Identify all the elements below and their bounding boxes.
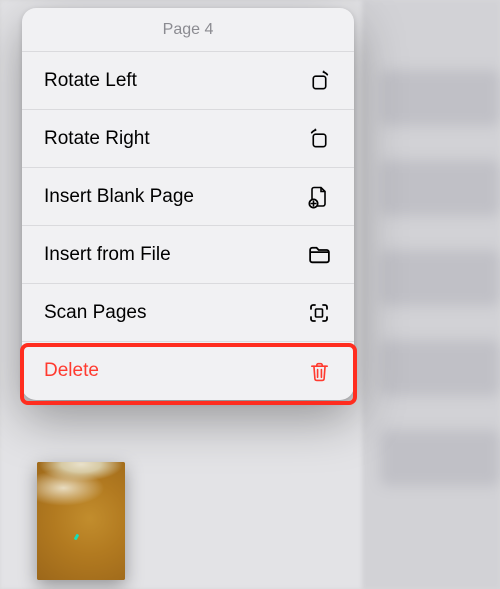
scan-icon — [306, 300, 332, 326]
rotate-right-icon — [306, 126, 332, 152]
context-menu: Page 4 Rotate Left Rotate Right Insert B… — [22, 8, 354, 400]
folder-icon — [306, 242, 332, 268]
insert-page-icon — [306, 184, 332, 210]
menu-item-insert-blank-page[interactable]: Insert Blank Page — [22, 168, 354, 226]
menu-item-label: Insert Blank Page — [44, 186, 194, 208]
menu-item-insert-from-file[interactable]: Insert from File — [22, 226, 354, 284]
menu-item-scan-pages[interactable]: Scan Pages — [22, 284, 354, 342]
menu-item-label: Rotate Right — [44, 128, 150, 150]
context-menu-header: Page 4 — [22, 8, 354, 52]
menu-item-label: Rotate Left — [44, 70, 137, 92]
menu-item-delete[interactable]: Delete — [22, 342, 354, 400]
rotate-left-icon — [306, 68, 332, 94]
menu-item-rotate-right[interactable]: Rotate Right — [22, 110, 354, 168]
menu-item-label: Delete — [44, 360, 99, 382]
page-thumbnail[interactable] — [37, 462, 125, 580]
menu-item-rotate-left[interactable]: Rotate Left — [22, 52, 354, 110]
menu-item-label: Scan Pages — [44, 302, 146, 324]
menu-item-label: Insert from File — [44, 244, 171, 266]
trash-icon — [306, 358, 332, 384]
page-title: Page 4 — [163, 21, 214, 39]
thumbnail-image — [37, 462, 125, 580]
